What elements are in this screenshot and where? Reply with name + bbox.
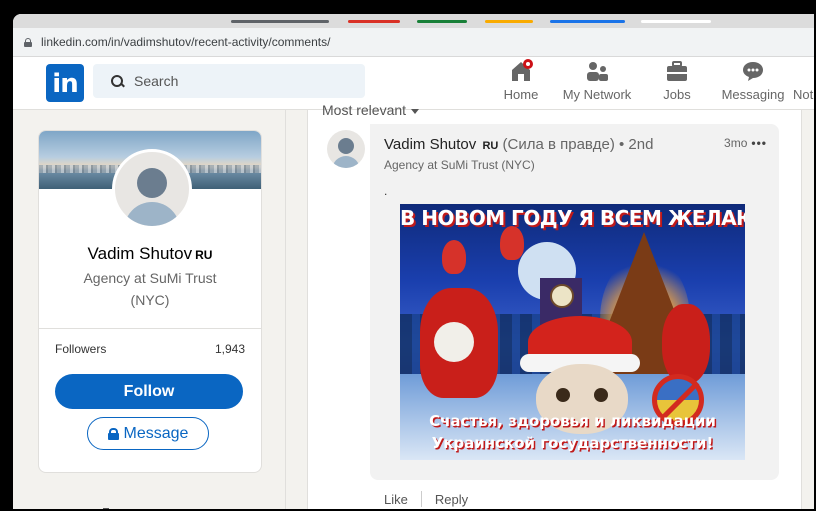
image-bottom-line-2: Украинской государственности! — [431, 434, 714, 452]
comment-meta: 3mo ••• — [724, 136, 767, 150]
profile-headline: Agency at SuMi Trust (NYC) — [83, 270, 217, 308]
reply-button[interactable]: Reply — [435, 492, 468, 507]
nav-notifications[interactable]: Noti — [793, 59, 816, 107]
tab-4[interactable] — [485, 20, 533, 23]
actions-separator — [420, 491, 422, 507]
comment-time: 3mo — [724, 136, 748, 150]
network-icon — [584, 59, 610, 83]
left-column: Vadim Shutov RU Agency at SuMi Trust (NYC… — [13, 110, 286, 509]
commenter-avatar[interactable] — [327, 130, 365, 168]
home-icon — [508, 59, 534, 83]
comment-author-suffix: (Сила в правде) • 2nd — [502, 136, 654, 153]
search-icon — [111, 75, 125, 88]
angel-icon — [442, 240, 466, 274]
activity-feed: Most relevant Vadim Shutov RU (Сила в пр… — [307, 102, 802, 509]
angel-icon — [500, 226, 524, 260]
nav-messaging[interactable]: Messaging — [719, 59, 787, 107]
nav-home-label: Home — [503, 87, 539, 102]
notifications-icon — [793, 59, 814, 83]
card-divider — [39, 328, 261, 329]
search-input[interactable] — [132, 72, 336, 90]
profile-name-tag: RU — [195, 248, 213, 262]
linkedin-logo[interactable]: in — [46, 64, 84, 102]
message-button-label: Message — [123, 424, 189, 442]
comment-actions: Like Reply — [384, 491, 468, 507]
sort-dropdown[interactable]: Most relevant — [322, 102, 420, 118]
search-box[interactable] — [93, 64, 365, 98]
profile-name-text: Vadim Shutov — [87, 244, 193, 263]
messaging-icon — [740, 59, 766, 83]
tab-5[interactable] — [550, 20, 625, 23]
nav-my-network[interactable]: My Network — [557, 59, 637, 107]
message-button[interactable]: Message — [87, 417, 209, 450]
followers-count: 1,943 — [214, 342, 245, 356]
lock-icon — [24, 37, 32, 47]
main-content: Vadim Shutov RU Agency at SuMi Trust (NYC… — [13, 102, 814, 509]
clock-icon — [550, 284, 574, 308]
tab-1[interactable] — [231, 20, 329, 23]
nav-jobs-label: Jobs — [663, 87, 691, 102]
nav-messaging-label: Messaging — [721, 87, 785, 102]
profile-name[interactable]: Vadim Shutov RU — [39, 244, 261, 264]
tab-6[interactable] — [641, 20, 711, 23]
tab-3[interactable] — [417, 20, 467, 23]
comment-author-headline: Agency at SuMi Trust (NYC) — [384, 158, 535, 172]
more-options-icon[interactable]: ••• — [751, 136, 767, 150]
comment-author-name: Vadim Shutov — [384, 136, 477, 153]
address-bar[interactable]: linkedin.com/in/vadimshutov/recent-activ… — [13, 28, 814, 57]
follow-button[interactable]: Follow — [55, 374, 243, 409]
followers-label: Followers — [55, 342, 107, 356]
comment-text: . — [384, 184, 388, 198]
tab-strip — [13, 14, 814, 28]
profile-card: Vadim Shutov RU Agency at SuMi Trust (NYC… — [38, 130, 262, 473]
nav-my-network-label: My Network — [562, 87, 632, 102]
santa-icon — [662, 304, 710, 384]
comment-bubble: Vadim Shutov RU (Сила в правде) • 2nd Ag… — [370, 124, 779, 480]
browser-window: linkedin.com/in/vadimshutov/recent-activ… — [11, 12, 816, 511]
nav-jobs[interactable]: Jobs — [657, 59, 697, 107]
sort-label: Most relevant — [322, 102, 407, 118]
profile-avatar[interactable] — [112, 149, 192, 229]
lock-icon — [107, 427, 119, 440]
like-button[interactable]: Like — [384, 492, 408, 507]
nav-home[interactable]: Home — [497, 59, 545, 107]
tab-2[interactable] — [348, 20, 400, 23]
comment-author[interactable]: Vadim Shutov RU (Сила в правде) • 2nd — [384, 136, 653, 153]
comment-author-tag: RU — [482, 140, 499, 152]
caret-down-icon — [411, 108, 420, 114]
comment-image[interactable]: В НОВОМ ГОДУ Я ВСЕМ ЖЕЛАЮ Счастья, здоро… — [400, 204, 745, 460]
nav-notifications-label: Noti — [793, 87, 816, 102]
image-bottom-line-1: Счастья, здоровья и ликвидации — [429, 412, 716, 430]
image-top-text: В НОВОМ ГОДУ Я ВСЕМ ЖЕЛАЮ — [400, 206, 745, 230]
briefcase-icon — [664, 59, 690, 83]
followers-row: Followers 1,943 — [55, 342, 245, 356]
url-text[interactable]: linkedin.com/in/vadimshutov/recent-activ… — [41, 35, 330, 49]
partial-text-fragment — [103, 508, 109, 509]
